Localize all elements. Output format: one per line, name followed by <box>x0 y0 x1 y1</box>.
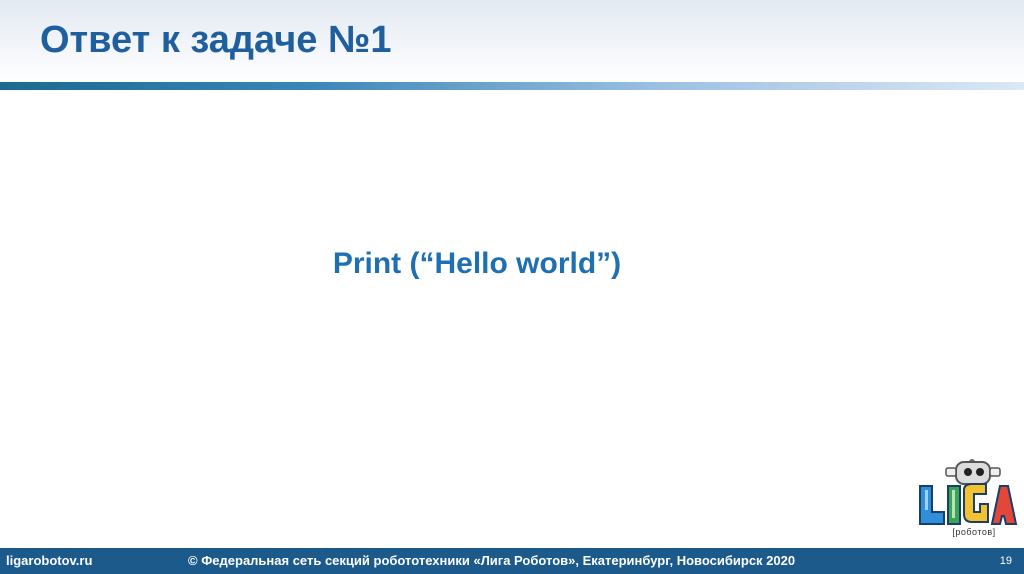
slide-title: Ответ к задаче №1 <box>40 19 392 61</box>
slide-body-code: Print (“Hello world”) <box>332 247 622 280</box>
slide-footer: ligarobotov.ru © Федеральная сеть секций… <box>0 548 1024 574</box>
header-accent-bar <box>0 82 1024 90</box>
robot-icon <box>945 459 1001 485</box>
footer-page-number: 19 <box>999 555 1012 567</box>
footer-site-link[interactable]: ligarobotov.ru <box>6 548 92 574</box>
footer-copyright: © Федеральная сеть секций робототехники … <box>188 553 796 568</box>
slide-header: Ответ к задаче №1 <box>0 0 1024 82</box>
logo-letters <box>919 483 1018 525</box>
logo-caption: [роботов] <box>952 527 996 537</box>
